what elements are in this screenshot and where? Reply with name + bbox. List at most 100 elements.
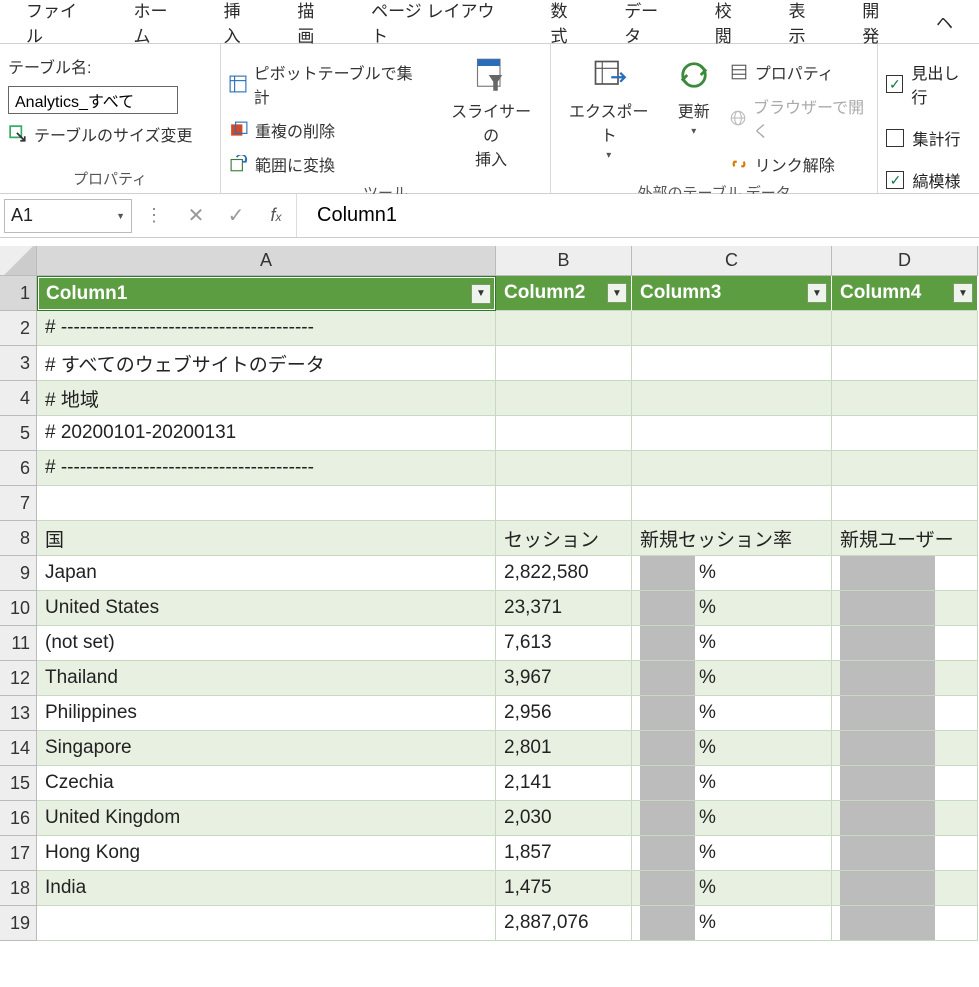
column-header-B[interactable]: B — [496, 246, 632, 276]
cell[interactable]: Column4▼ — [832, 276, 978, 311]
cell[interactable] — [832, 486, 978, 521]
cell[interactable] — [632, 451, 832, 486]
cell[interactable] — [632, 346, 832, 381]
cell[interactable] — [496, 381, 632, 416]
row-header[interactable]: 19 — [0, 906, 37, 941]
row-header[interactable]: 7 — [0, 486, 37, 521]
insert-slicer-button[interactable]: スライサーの 挿入 — [440, 54, 542, 172]
cell[interactable]: India — [37, 871, 496, 906]
row-header[interactable]: 11 — [0, 626, 37, 661]
cell[interactable]: # --------------------------------------… — [37, 451, 496, 486]
row-header[interactable]: 1 — [0, 276, 37, 311]
cell[interactable]: 1,857 — [496, 836, 632, 871]
unlink-button[interactable]: リンク解除 — [729, 150, 870, 178]
cell[interactable]: 2,141 — [496, 766, 632, 801]
cell[interactable] — [37, 486, 496, 521]
cell[interactable]: United States — [37, 591, 496, 626]
refresh-button[interactable]: 更新 ▾ — [669, 54, 719, 139]
cell[interactable]: 2,887,076 — [496, 906, 632, 941]
cell[interactable]: 2,822,580 — [496, 556, 632, 591]
row-header[interactable]: 4 — [0, 381, 37, 416]
row-header[interactable]: 6 — [0, 451, 37, 486]
cell[interactable] — [832, 731, 978, 766]
cell[interactable]: 1,475 — [496, 871, 632, 906]
export-button[interactable]: エクスポート ▾ — [559, 54, 659, 163]
cell[interactable] — [496, 346, 632, 381]
cell[interactable] — [37, 906, 496, 941]
cell[interactable]: Japan — [37, 556, 496, 591]
cell[interactable]: Column1▼ — [37, 276, 496, 311]
cell[interactable] — [632, 311, 832, 346]
table-properties-button[interactable]: プロパティ — [729, 58, 870, 86]
row-header[interactable]: 2 — [0, 311, 37, 346]
table-name-input[interactable] — [8, 86, 178, 114]
row-header[interactable]: 18 — [0, 871, 37, 906]
cell[interactable] — [832, 696, 978, 731]
cell[interactable]: % — [632, 836, 832, 871]
filter-dropdown-button[interactable]: ▼ — [607, 283, 627, 303]
cell[interactable] — [832, 451, 978, 486]
row-header[interactable]: 9 — [0, 556, 37, 591]
convert-range-button[interactable]: 範囲に変換 — [229, 150, 416, 178]
cell[interactable]: % — [632, 591, 832, 626]
banded-rows-checkbox[interactable]: ✓ 縞模様 — [886, 162, 971, 198]
cell[interactable]: # --------------------------------------… — [37, 311, 496, 346]
cell[interactable]: (not set) — [37, 626, 496, 661]
cell[interactable] — [496, 311, 632, 346]
filter-dropdown-button[interactable]: ▼ — [807, 283, 827, 303]
cell[interactable]: 3,967 — [496, 661, 632, 696]
formula-input[interactable] — [296, 194, 979, 237]
cell[interactable]: United Kingdom — [37, 801, 496, 836]
cell[interactable] — [832, 836, 978, 871]
row-header[interactable]: 10 — [0, 591, 37, 626]
cell[interactable] — [496, 486, 632, 521]
tab-help[interactable]: ヘ — [916, 0, 973, 44]
row-header[interactable]: 17 — [0, 836, 37, 871]
select-all-corner[interactable] — [0, 246, 37, 276]
row-header[interactable]: 15 — [0, 766, 37, 801]
cell[interactable] — [496, 451, 632, 486]
row-header[interactable]: 5 — [0, 416, 37, 451]
cell[interactable] — [832, 556, 978, 591]
column-header-D[interactable]: D — [832, 246, 978, 276]
name-box[interactable]: A1 ▼ — [4, 199, 132, 233]
cell[interactable]: # すべてのウェブサイトのデータ — [37, 346, 496, 381]
cell[interactable] — [832, 626, 978, 661]
cell[interactable]: # 20200101-20200131 — [37, 416, 496, 451]
cell[interactable] — [832, 416, 978, 451]
row-header[interactable]: 12 — [0, 661, 37, 696]
cell[interactable] — [832, 906, 978, 941]
total-row-checkbox[interactable]: 集計行 — [886, 120, 971, 156]
cell[interactable] — [632, 416, 832, 451]
worksheet-grid[interactable]: A B C D 1Column1▼Column2▼Column3▼Column4… — [0, 246, 979, 941]
cell[interactable] — [832, 871, 978, 906]
cell[interactable] — [832, 346, 978, 381]
cell[interactable]: 2,956 — [496, 696, 632, 731]
cell[interactable]: Philippines — [37, 696, 496, 731]
cell[interactable]: 新規セッション率 — [632, 521, 832, 556]
cell[interactable]: % — [632, 871, 832, 906]
cell[interactable]: 23,371 — [496, 591, 632, 626]
remove-duplicates-button[interactable]: 重複の削除 — [229, 116, 416, 144]
row-header[interactable]: 13 — [0, 696, 37, 731]
cell[interactable] — [632, 486, 832, 521]
cell[interactable]: % — [632, 906, 832, 941]
cell[interactable]: 7,613 — [496, 626, 632, 661]
cell[interactable]: % — [632, 766, 832, 801]
cell[interactable] — [832, 311, 978, 346]
cell[interactable]: % — [632, 801, 832, 836]
cell[interactable]: 新規ユーザー — [832, 521, 978, 556]
row-header[interactable]: 16 — [0, 801, 37, 836]
cell[interactable]: 国 — [37, 521, 496, 556]
cell[interactable] — [832, 381, 978, 416]
cell[interactable] — [632, 381, 832, 416]
cell[interactable] — [496, 416, 632, 451]
resize-table-button[interactable]: テーブルのサイズ変更 — [8, 120, 212, 148]
cell[interactable]: # 地域 — [37, 381, 496, 416]
filter-dropdown-button[interactable]: ▼ — [471, 284, 491, 304]
row-header[interactable]: 14 — [0, 731, 37, 766]
filter-dropdown-button[interactable]: ▼ — [953, 283, 973, 303]
cell[interactable]: Hong Kong — [37, 836, 496, 871]
cell[interactable]: Column2▼ — [496, 276, 632, 311]
cell[interactable]: % — [632, 556, 832, 591]
